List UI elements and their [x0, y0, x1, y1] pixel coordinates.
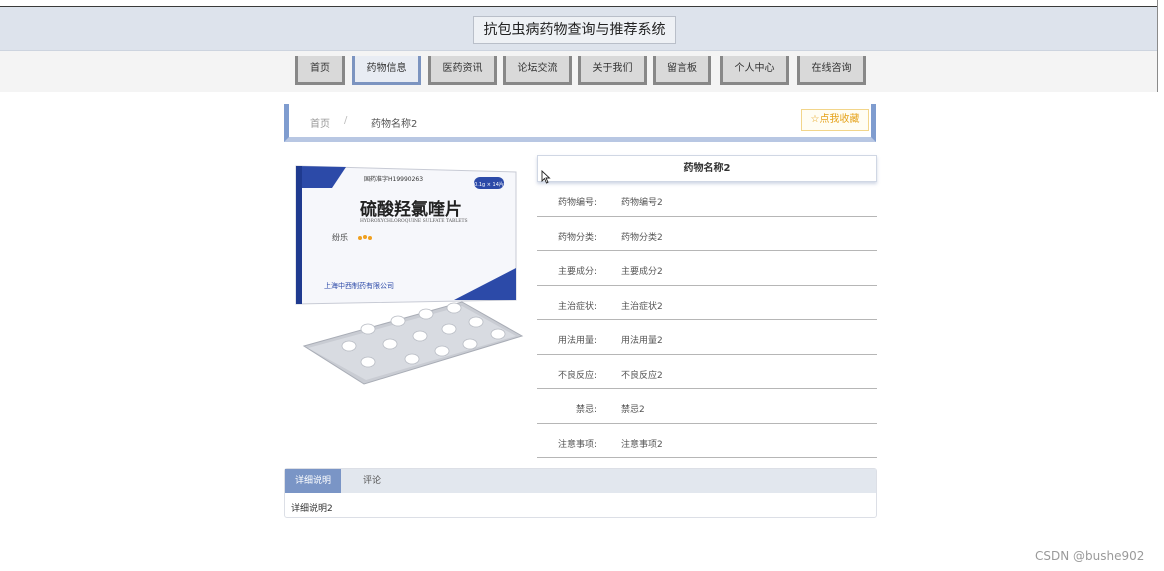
spec-badge: 0.1g × 14片 — [474, 181, 504, 188]
mouse-cursor-icon — [541, 170, 551, 184]
watermark: CSDN @bushe902 — [1035, 549, 1145, 563]
breadcrumb-separator: / — [344, 115, 348, 126]
approval-number: 国药准字H19990263 — [364, 175, 423, 183]
detail-row: 不良反应: 不良反应2 — [537, 355, 877, 389]
breadcrumb: 首页 / 药物名称2 ☆点我收藏 — [284, 104, 876, 142]
favorite-button[interactable]: ☆点我收藏 — [801, 109, 869, 131]
drug-detail-panel: 药物名称2 药物编号: 药物编号2 药物分类: 药物分类2 主要成分: 主要成分… — [537, 155, 877, 458]
field-value: 注意事项2 — [621, 439, 663, 450]
field-value: 主治症状2 — [621, 301, 663, 312]
nav-message-board[interactable]: 留言板 — [653, 56, 711, 85]
field-label: 禁忌: — [575, 405, 597, 415]
tab-comments[interactable]: 评论 — [347, 469, 397, 493]
field-value: 用法用量2 — [621, 336, 663, 346]
field-value: 药物编号2 — [621, 198, 663, 208]
nav-medical-news[interactable]: 医药资讯 — [428, 56, 497, 85]
window-right-border — [1157, 0, 1158, 92]
detail-row: 药物分类: 药物分类2 — [537, 217, 877, 251]
field-value: 主要成分2 — [621, 267, 663, 277]
field-value: 不良反应2 — [621, 370, 663, 381]
drug-title: 药物名称2 — [537, 155, 877, 182]
nav-about-us[interactable]: 关于我们 — [578, 56, 647, 85]
field-label: 不良反应: — [557, 370, 597, 381]
nav-home[interactable]: 首页 — [295, 56, 345, 85]
tab-content: 详细说明2 — [291, 504, 333, 514]
field-label: 注意事项: — [557, 439, 597, 450]
site-header: 抗包虫病药物查询与推荐系统 — [0, 7, 1157, 51]
detail-row: 用法用量: 用法用量2 — [537, 320, 877, 355]
tab-description[interactable]: 详细说明 — [285, 469, 341, 493]
field-label: 主要成分: — [557, 267, 597, 277]
main-nav: 首页 药物信息 医药资讯 论坛交流 关于我们 留言板 个人中心 在线咨询 — [0, 51, 1157, 92]
breadcrumb-home[interactable]: 首页 — [310, 115, 330, 130]
detail-row: 注意事项: 注意事项2 — [537, 424, 877, 458]
field-label: 药物编号: — [557, 198, 597, 208]
nav-drug-info[interactable]: 药物信息 — [352, 56, 421, 85]
detail-row: 主治症状: 主治症状2 — [537, 286, 877, 320]
drug-name-cn: 硫酸羟氯喹片 — [360, 199, 462, 220]
field-value: 禁忌2 — [621, 405, 645, 415]
detail-row: 药物编号: 药物编号2 — [537, 182, 877, 217]
detail-row: 禁忌: 禁忌2 — [537, 389, 877, 424]
manufacturer: 上海中西制药有限公司 — [324, 281, 394, 290]
field-label: 药物分类: — [557, 232, 597, 243]
drug-product-image: 国药准字H19990263 0.1g × 14片 硫酸羟氯喹片 HYDROXYC… — [295, 165, 524, 385]
tabs-header: 详细说明 评论 — [285, 469, 876, 493]
field-label: 用法用量: — [557, 336, 597, 346]
field-label: 主治症状: — [557, 301, 597, 312]
favorite-label: 点我收藏 — [819, 114, 860, 125]
breadcrumb-current: 药物名称2 — [371, 119, 418, 130]
nav-personal-center[interactable]: 个人中心 — [720, 56, 789, 85]
field-value: 药物分类2 — [621, 232, 663, 243]
brand-name: 纷乐 — [332, 232, 348, 242]
detail-row: 主要成分: 主要成分2 — [537, 251, 877, 286]
nav-online-consult[interactable]: 在线咨询 — [797, 56, 866, 85]
drug-name-en: HYDROXYCHLOROQUINE SULFATE TABLETS — [360, 218, 468, 224]
site-title: 抗包虫病药物查询与推荐系统 — [473, 16, 676, 44]
nav-forum[interactable]: 论坛交流 — [503, 56, 572, 85]
detail-tabs: 详细说明 评论 详细说明2 — [284, 468, 877, 518]
